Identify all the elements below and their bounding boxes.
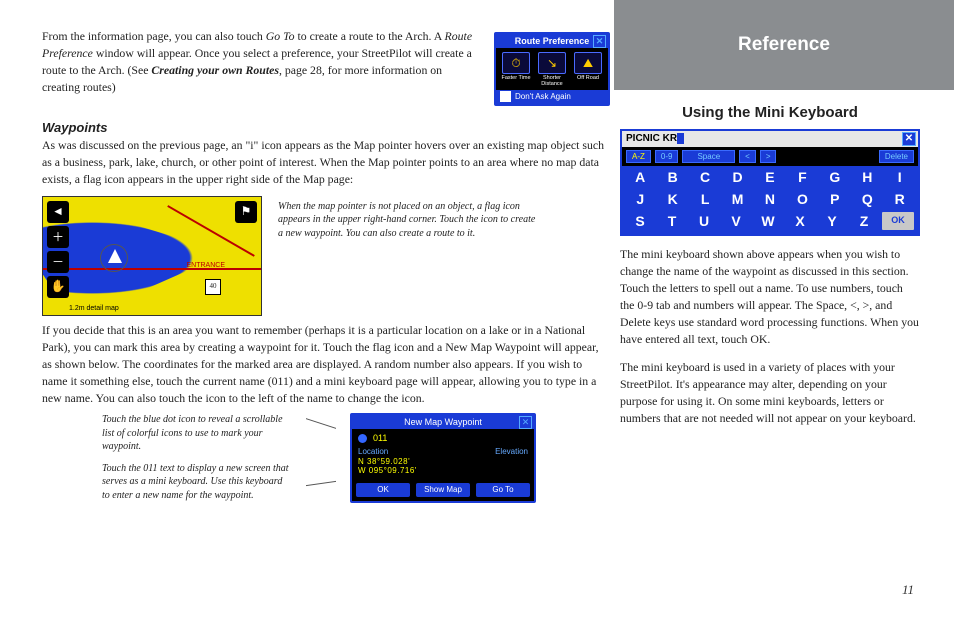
right-arrow-key[interactable]: >	[760, 150, 777, 163]
latitude-value: N 38°59.028'	[358, 457, 528, 466]
waypoints-heading: Waypoints	[42, 120, 610, 135]
zoom-out-icon[interactable]: －	[47, 251, 69, 273]
ok-key[interactable]: OK	[882, 212, 914, 230]
new-map-waypoint-screenshot: New Map Waypoint ✕ 011 Location Elevatio…	[350, 413, 536, 503]
checkbox-icon[interactable]	[500, 91, 511, 102]
figure-caption-1: When the map pointer is not placed on an…	[278, 196, 538, 241]
text-cursor-icon	[677, 133, 684, 144]
nmw-title: New Map Waypoint	[404, 417, 482, 427]
close-icon[interactable]: ✕	[902, 132, 916, 146]
figure-caption-2b: Touch the 011 text to display a new scre…	[102, 462, 292, 503]
key-u[interactable]: U	[688, 210, 720, 232]
go-to-button[interactable]: Go To	[476, 483, 530, 497]
key-y[interactable]: Y	[816, 210, 848, 232]
key-k[interactable]: K	[656, 188, 688, 210]
zoom-in-icon[interactable]: ＋	[47, 226, 69, 248]
map-screenshot: ◄ ＋ － ✋ ⚑ ENTRANCE 40 1.2m detail map	[42, 196, 262, 316]
key-n[interactable]: N	[754, 188, 786, 210]
key-r[interactable]: R	[884, 188, 916, 210]
key-g[interactable]: G	[819, 166, 851, 188]
map-scale: 1.2m detail map	[69, 305, 119, 312]
tab-numbers[interactable]: 0-9	[655, 150, 679, 163]
keyboard-input[interactable]: PICNIC KR	[626, 133, 677, 144]
key-v[interactable]: V	[720, 210, 752, 232]
highway-shield: 40	[205, 279, 221, 295]
key-w[interactable]: W	[752, 210, 784, 232]
key-l[interactable]: L	[689, 188, 721, 210]
waypoints-paragraph-2: If you decide that this is an area you w…	[42, 322, 610, 407]
key-i[interactable]: I	[884, 166, 916, 188]
tab-letters[interactable]: A-Z	[626, 150, 651, 163]
mini-keyboard-heading: Using the Mini Keyboard	[620, 104, 920, 121]
key-j[interactable]: J	[624, 188, 656, 210]
mini-keyboard-screenshot: PICNIC KR ✕ A-Z 0-9 Space < > Delete A B…	[620, 129, 920, 236]
entrance-label: ENTRANCE	[186, 262, 225, 269]
key-c[interactable]: C	[689, 166, 721, 188]
longitude-value: W 095°09.716'	[358, 466, 528, 475]
waypoints-paragraph-1: As was discussed on the previous page, a…	[42, 137, 610, 188]
shorter-icon: ↘	[538, 52, 566, 74]
left-arrow-key[interactable]: <	[739, 150, 756, 163]
key-e[interactable]: E	[754, 166, 786, 188]
key-h[interactable]: H	[851, 166, 883, 188]
key-b[interactable]: B	[656, 166, 688, 188]
key-d[interactable]: D	[721, 166, 753, 188]
show-map-button[interactable]: Show Map	[416, 483, 470, 497]
ok-button[interactable]: OK	[356, 483, 410, 497]
key-m[interactable]: M	[721, 188, 753, 210]
figure-caption-2a: Touch the blue dot icon to reveal a scro…	[102, 413, 292, 454]
key-p[interactable]: P	[819, 188, 851, 210]
mini-keyboard-paragraph-2: The mini keyboard is used in a variety o…	[620, 359, 920, 427]
location-label: Location	[358, 447, 388, 456]
waypoint-name[interactable]: 011	[373, 433, 387, 443]
key-a[interactable]: A	[624, 166, 656, 188]
page-number: 11	[902, 582, 914, 598]
intro-paragraph: From the information page, you can also …	[42, 28, 482, 106]
mini-keyboard-paragraph-1: The mini keyboard shown above appears wh…	[620, 246, 920, 349]
close-icon[interactable]: ✕	[593, 35, 606, 48]
dont-ask-again-row[interactable]: Don't Ask Again	[496, 90, 608, 104]
space-key[interactable]: Space	[682, 150, 735, 163]
back-icon[interactable]: ◄	[47, 201, 69, 223]
route-pref-title: Route Preference	[515, 36, 590, 46]
elevation-label: Elevation	[495, 447, 528, 456]
route-option-off-road[interactable]: ⛰ Off Road	[573, 52, 603, 88]
flag-icon[interactable]: ⚑	[235, 201, 257, 223]
reference-banner: Reference	[614, 0, 954, 90]
offroad-icon: ⛰	[574, 52, 602, 74]
key-x[interactable]: X	[784, 210, 816, 232]
close-icon[interactable]: ✕	[519, 416, 532, 429]
key-s[interactable]: S	[624, 210, 656, 232]
key-f[interactable]: F	[786, 166, 818, 188]
waypoint-dot-icon[interactable]	[358, 434, 367, 443]
route-option-faster-time[interactable]: ⏱ Faster Time	[501, 52, 531, 88]
key-t[interactable]: T	[656, 210, 688, 232]
pan-icon[interactable]: ✋	[47, 276, 69, 298]
key-q[interactable]: Q	[851, 188, 883, 210]
key-z[interactable]: Z	[848, 210, 880, 232]
route-option-shorter-distance[interactable]: ↘ Shorter Distance	[537, 52, 567, 88]
key-o[interactable]: O	[786, 188, 818, 210]
delete-key[interactable]: Delete	[879, 150, 914, 163]
clock-icon: ⏱	[502, 52, 530, 74]
route-preference-screenshot: Route Preference ✕ ⏱ Faster Time ↘ Short…	[494, 32, 610, 106]
